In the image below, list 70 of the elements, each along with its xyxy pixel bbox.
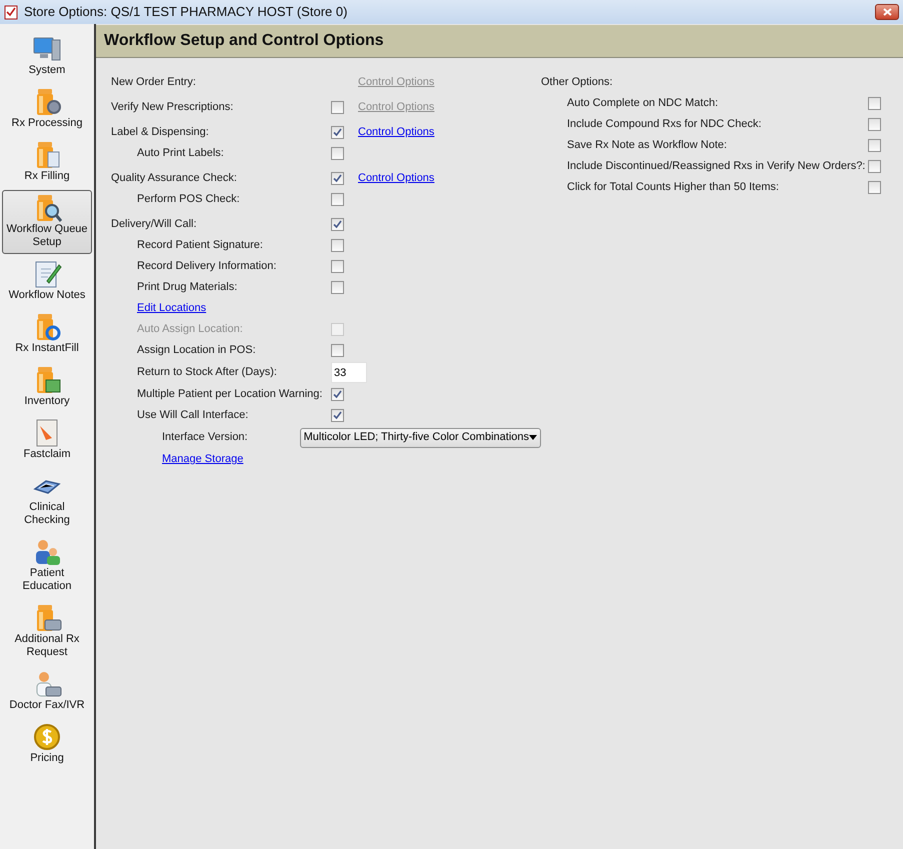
window-title: Store Options: QS/1 TEST PHARMACY HOST (Store 0)	[24, 3, 348, 22]
edit-link[interactable]: Edit Locations	[137, 300, 206, 317]
checkbox[interactable]	[868, 97, 881, 110]
edit-link[interactable]: Manage Storage	[162, 451, 244, 468]
section-header: Workflow Setup and Control Options	[96, 25, 903, 58]
sidebar-item[interactable]: Fastclaim	[2, 415, 92, 466]
checkbox[interactable]	[331, 101, 344, 114]
option-label: Use Will Call Interface:	[137, 408, 248, 424]
checklist-icon	[4, 4, 18, 20]
checkbox[interactable]	[331, 260, 344, 273]
sidebar-item[interactable]: Workflow Queue Setup	[2, 190, 92, 254]
option-label: Return to Stock After (Days):	[137, 365, 277, 380]
option-label: Print Drug Materials:	[137, 280, 238, 296]
option-label: Interface Version:	[162, 430, 248, 446]
checkbox[interactable]	[331, 388, 344, 401]
sidebar-item[interactable]: Additional Rx Request	[2, 600, 92, 664]
section-label: Other Options:	[541, 75, 613, 90]
control-options-link[interactable]: Control Options	[358, 124, 434, 141]
checkbox[interactable]	[331, 239, 344, 252]
checkmark-icon	[333, 128, 342, 137]
option-label: Record Delivery Information:	[137, 259, 276, 274]
days-input[interactable]: 33	[331, 362, 367, 383]
checkbox[interactable]	[331, 172, 344, 185]
option-label: New Order Entry:	[111, 75, 196, 90]
caret-icon	[529, 435, 537, 440]
option-label: Verify New Prescriptions:	[111, 100, 234, 116]
sidebar-item[interactable]: Doctor Fax/IVR	[2, 666, 92, 717]
option-label: Assign Location in POS:	[137, 343, 256, 358]
close-button[interactable]	[875, 4, 899, 20]
option-label: Save Rx Note as Workflow Note:	[567, 138, 728, 154]
checkmark-icon	[333, 390, 342, 399]
option-label: Include Compound Rxs for NDC Check:	[567, 117, 762, 132]
checkbox[interactable]	[868, 139, 881, 152]
sidebar-item[interactable]: Inventory	[2, 362, 92, 413]
option-label: Include Discontinued/Reassigned Rxs in Verify New Orders?:	[567, 159, 866, 174]
checkmark-icon	[333, 411, 342, 420]
option-label: Record Patient Signature:	[137, 238, 263, 254]
sidebar-item[interactable]: Rx Filling	[2, 137, 92, 188]
checkbox[interactable]	[868, 181, 881, 194]
option-label: Click for Total Counts Higher than 50 Items:	[567, 180, 780, 196]
sidebar-item[interactable]: Patient Education	[2, 534, 92, 598]
sidebar-item[interactable]: System	[2, 31, 92, 82]
option-label: Perform POS Check:	[137, 192, 240, 208]
sidebar-item[interactable]: Rx Processing	[2, 84, 92, 135]
sidebar-item[interactable]: Clinical Checking	[2, 468, 92, 532]
checkbox[interactable]	[331, 218, 344, 231]
option-label: Auto Assign Location:	[137, 322, 243, 338]
dollar-coin-icon	[32, 722, 62, 752]
close-icon	[882, 8, 892, 16]
option-label: Auto Print Labels:	[137, 146, 224, 162]
checkbox[interactable]	[331, 281, 344, 294]
checkbox[interactable]	[868, 118, 881, 131]
checkbox[interactable]	[331, 344, 344, 357]
option-label: Multiple Patient per Location Warning:	[137, 387, 322, 402]
option-label: Label & Dispensing:	[111, 125, 209, 140]
option-label: Quality Assurance Check:	[111, 171, 237, 186]
control-options-link[interactable]: Control Options	[358, 170, 434, 187]
checkbox[interactable]	[331, 126, 344, 139]
checkmark-icon	[333, 220, 342, 229]
sidebar-item[interactable]: Rx InstantFill	[2, 309, 92, 360]
sidebar-item[interactable]: Workflow Notes	[2, 256, 92, 307]
checkbox[interactable]	[331, 147, 344, 160]
sidebar-item[interactable]: Pricing	[2, 719, 92, 770]
checkmark-icon	[333, 174, 342, 183]
checkbox[interactable]	[331, 193, 344, 206]
checkbox[interactable]	[331, 409, 344, 422]
option-label: Auto Complete on NDC Match:	[567, 96, 720, 112]
option-label: Delivery/Will Call:	[111, 217, 197, 232]
version-dropdown[interactable]: Multicolor LED; Thirty-five Color Combinations	[300, 428, 541, 448]
checkbox[interactable]	[868, 160, 881, 173]
